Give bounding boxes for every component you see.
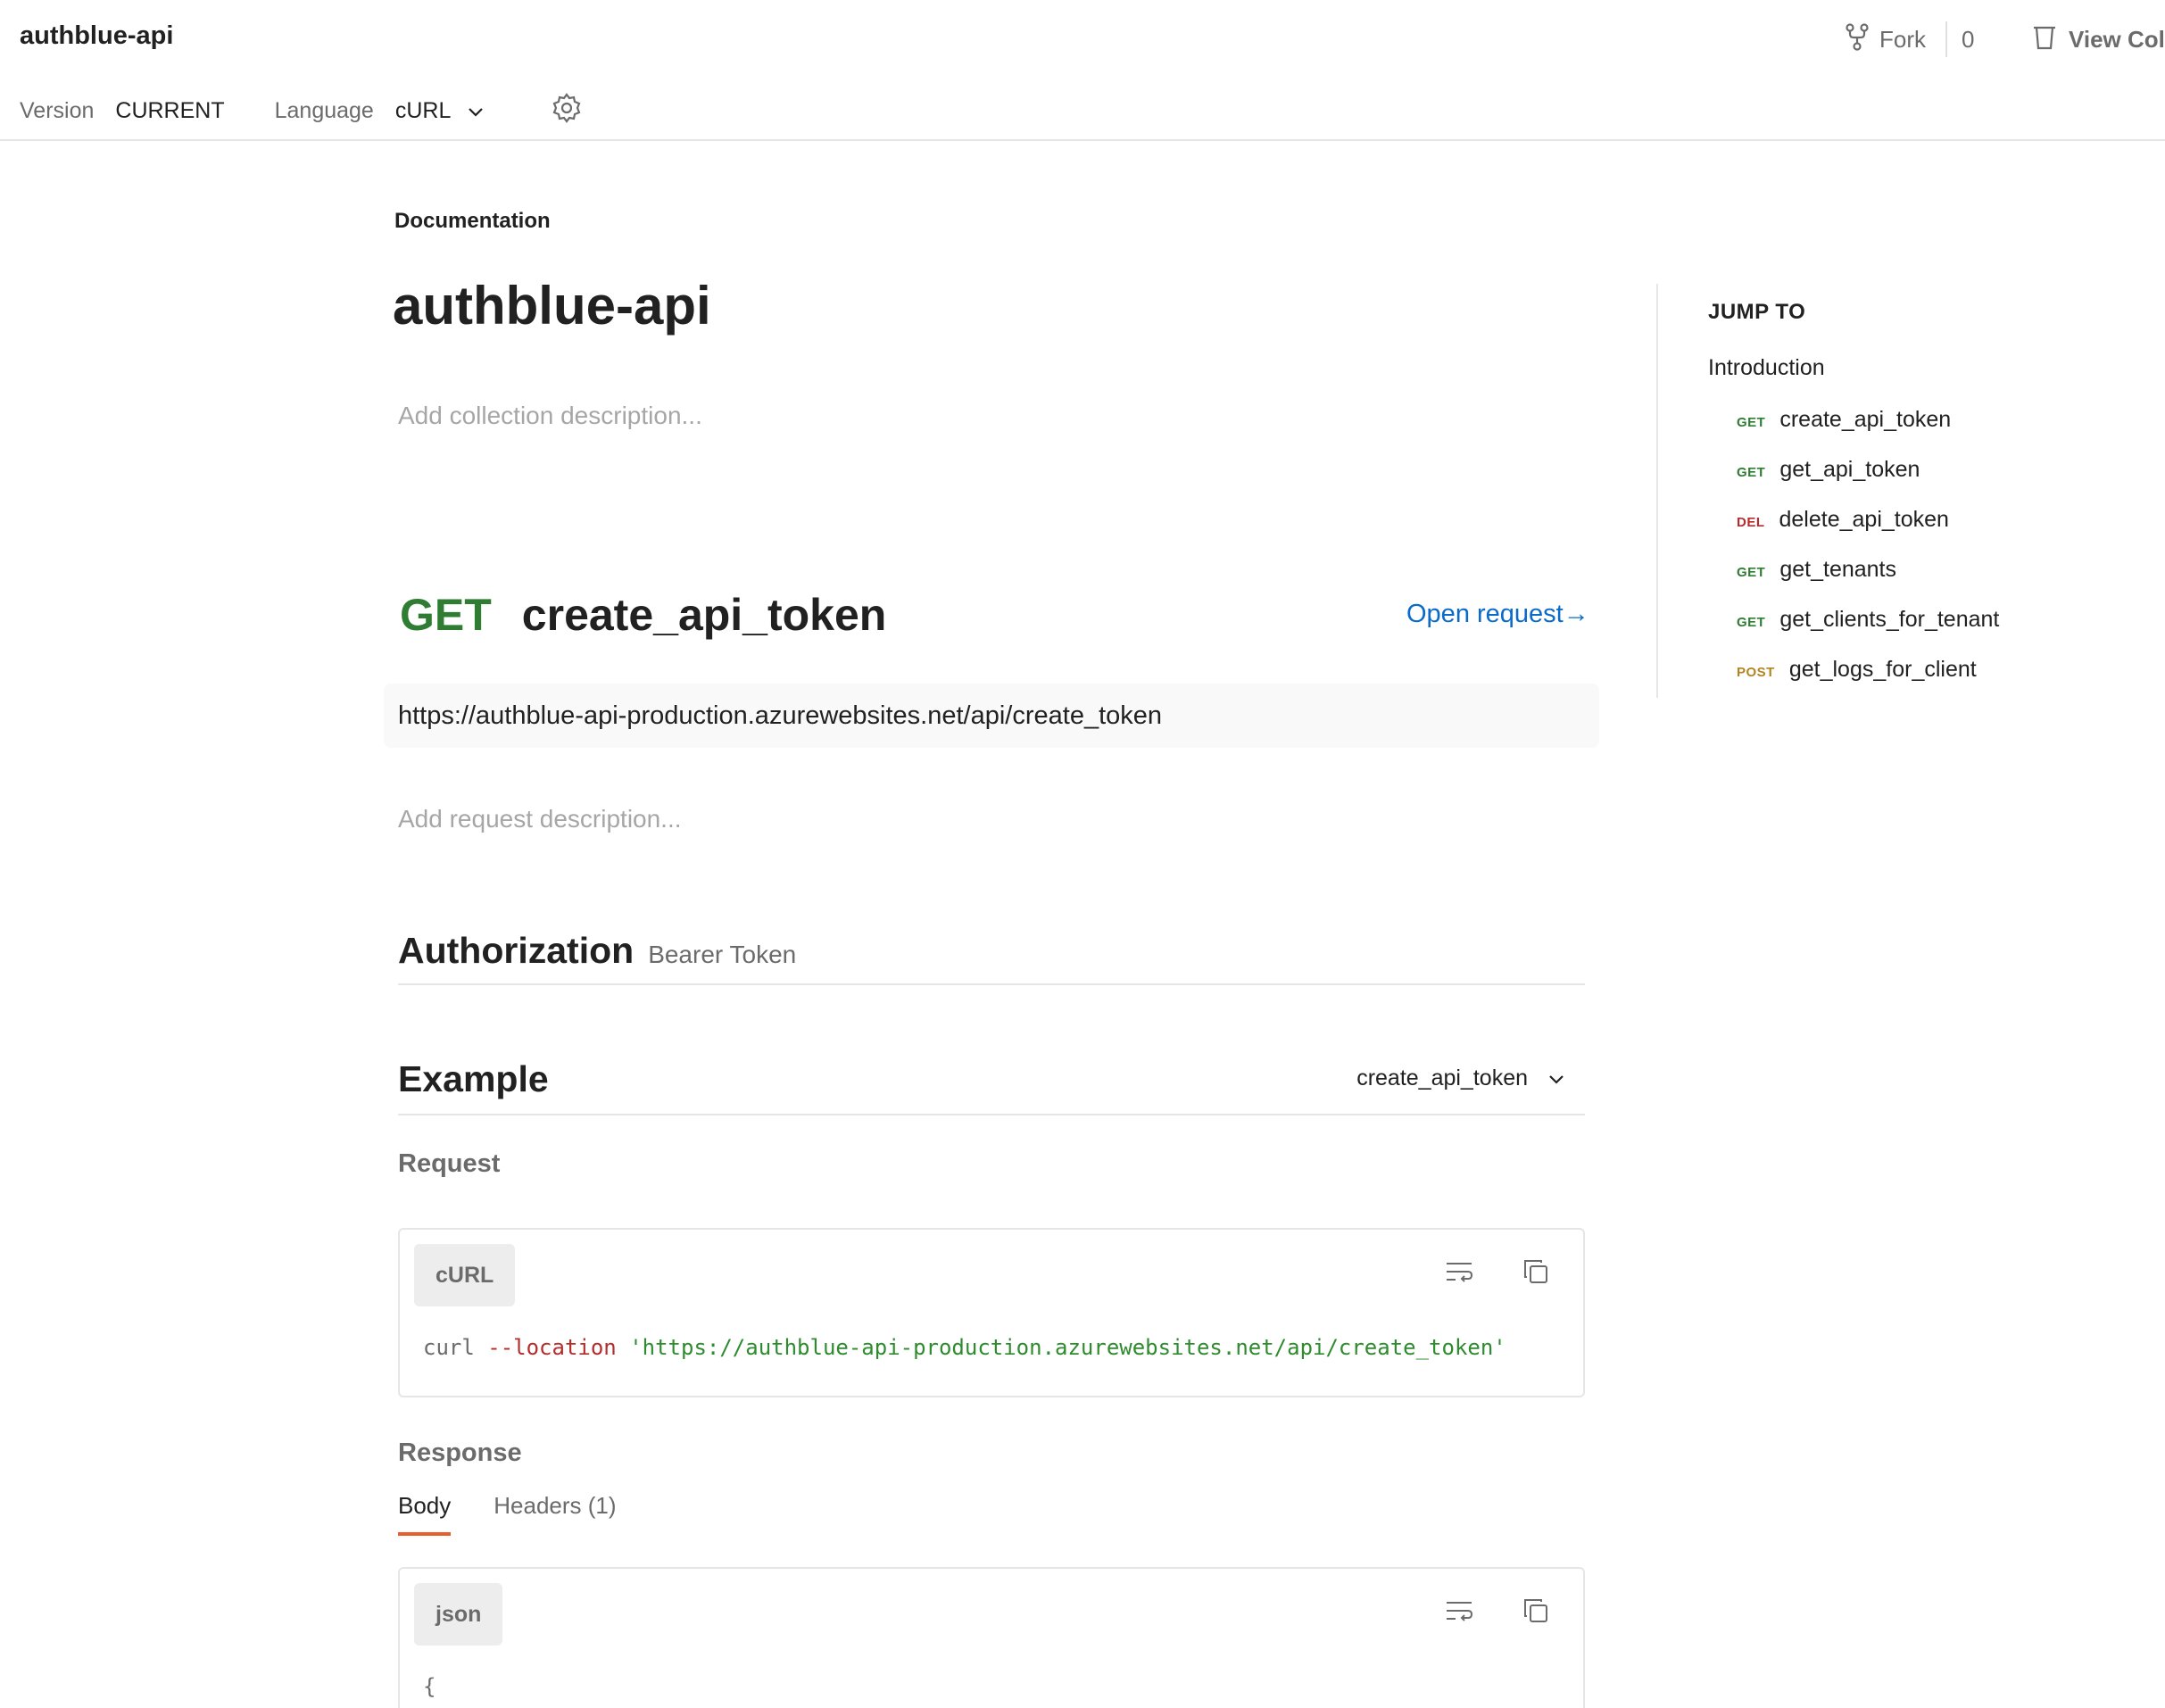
wrap-lines-icon: [1444, 1258, 1474, 1289]
curl-code-line: curl --location 'https://authblue-api-pr…: [423, 1335, 1506, 1360]
collection-description-placeholder[interactable]: Add collection description...: [398, 402, 702, 430]
request-name: create_api_token: [521, 590, 887, 640]
code-url-string: 'https://authblue-api-production.azurewe…: [629, 1335, 1506, 1360]
copy-button[interactable]: [1519, 1596, 1553, 1629]
jump-to-item-label: get_api_token: [1779, 457, 1920, 482]
version-label: Version: [20, 97, 95, 123]
method-badge: GET: [1737, 465, 1766, 480]
wrap-lines-button[interactable]: [1442, 1596, 1476, 1629]
response-subtitle: Response: [398, 1439, 522, 1467]
top-header: authblue-api Fork 0 View Coll Version CU…: [0, 0, 2165, 141]
authorization-title: Authorization: [398, 930, 635, 971]
example-select[interactable]: create_api_token: [1356, 1065, 1565, 1091]
view-collection-label: View Coll: [2069, 25, 2165, 53]
settings-button[interactable]: [551, 92, 583, 130]
copy-icon: [1522, 1596, 1550, 1629]
copy-button[interactable]: [1519, 1256, 1553, 1290]
authorization-section: Authorization Bearer Token: [398, 930, 1585, 985]
doc-controls: Version CURRENT Language cURL: [20, 92, 583, 130]
chevron-down-icon: [1547, 1065, 1565, 1091]
wrap-lines-button[interactable]: [1442, 1256, 1476, 1290]
request-url: https://authblue-api-production.azureweb…: [384, 684, 1599, 748]
json-code-line: {: [423, 1674, 436, 1699]
version-select[interactable]: CURRENT: [115, 98, 224, 124]
jump-to-item[interactable]: POST get_logs_for_client: [1737, 657, 1977, 683]
jump-to-introduction[interactable]: Introduction: [1708, 355, 1825, 381]
fork-label: Fork: [1879, 25, 1926, 53]
wrap-lines-icon: [1444, 1597, 1474, 1629]
method-badge: POST: [1737, 665, 1775, 680]
example-section: Example create_api_token: [398, 1058, 1585, 1115]
collection-title: authblue-api: [393, 276, 711, 336]
tab-headers[interactable]: Headers (1): [494, 1492, 616, 1536]
code-flag: --location: [487, 1335, 617, 1360]
trash-icon: [2031, 22, 2058, 57]
request-method: GET: [400, 590, 492, 640]
request-subtitle: Request: [398, 1149, 501, 1178]
documentation-label: Documentation: [394, 209, 551, 233]
request-heading: GET create_api_token: [400, 589, 886, 641]
request-description-placeholder[interactable]: Add request description...: [398, 805, 682, 833]
jump-to-item-label: get_tenants: [1779, 557, 1897, 582]
method-badge: GET: [1737, 415, 1766, 430]
language-select[interactable]: cURL: [395, 98, 485, 124]
jump-to-item[interactable]: GET get_clients_for_tenant: [1737, 607, 1999, 633]
response-tabs: Body Headers (1): [398, 1492, 617, 1536]
method-badge: DEL: [1737, 515, 1765, 530]
jump-to-item-label: create_api_token: [1779, 407, 1952, 432]
code-toolbar: [1442, 1256, 1553, 1290]
language-value: cURL: [394, 97, 452, 123]
request-language-tag[interactable]: cURL: [414, 1244, 516, 1306]
jump-to-item-label: get_logs_for_client: [1788, 657, 1977, 682]
example-title: Example: [398, 1058, 549, 1099]
fork-count: 0: [1962, 25, 1975, 53]
code-command: curl: [423, 1335, 475, 1360]
jump-to-item[interactable]: GET create_api_token: [1737, 407, 1951, 433]
jump-to-item[interactable]: GET get_tenants: [1737, 557, 1896, 583]
open-request-link[interactable]: Open request→: [1406, 600, 1589, 629]
jump-to-panel: JUMP TO Introduction GET create_api_toke…: [1656, 284, 2120, 698]
app-title: authblue-api: [20, 21, 174, 50]
language-label: Language: [274, 97, 374, 123]
gear-icon: [551, 92, 583, 130]
example-select-value: create_api_token: [1356, 1065, 1528, 1090]
jump-to-item-label: delete_api_token: [1779, 507, 1949, 532]
authorization-type: Bearer Token: [648, 941, 797, 968]
response-code-block: json {: [398, 1567, 1585, 1708]
fork-group: Fork 0: [1844, 20, 1974, 59]
divider: [1945, 21, 1947, 57]
view-collection-button[interactable]: View Coll: [2031, 20, 2165, 59]
copy-icon: [1522, 1257, 1550, 1290]
jump-to-item[interactable]: GET get_api_token: [1737, 457, 1920, 483]
method-badge: GET: [1737, 615, 1766, 630]
tab-body[interactable]: Body: [398, 1492, 452, 1536]
code-toolbar: [1442, 1596, 1553, 1629]
fork-icon: [1844, 22, 1871, 57]
request-url-text: https://authblue-api-production.azureweb…: [398, 701, 1163, 730]
jump-to-item[interactable]: DEL delete_api_token: [1737, 507, 1949, 533]
jump-to-item-label: get_clients_for_tenant: [1779, 607, 2000, 632]
request-code-block: cURL curl --location 'https://authblue-a…: [398, 1228, 1585, 1397]
response-language-tag[interactable]: json: [414, 1583, 503, 1646]
method-badge: GET: [1737, 565, 1766, 580]
chevron-down-icon: [467, 98, 485, 124]
jump-to-title: JUMP TO: [1708, 300, 1806, 324]
fork-button[interactable]: Fork: [1844, 22, 1926, 57]
